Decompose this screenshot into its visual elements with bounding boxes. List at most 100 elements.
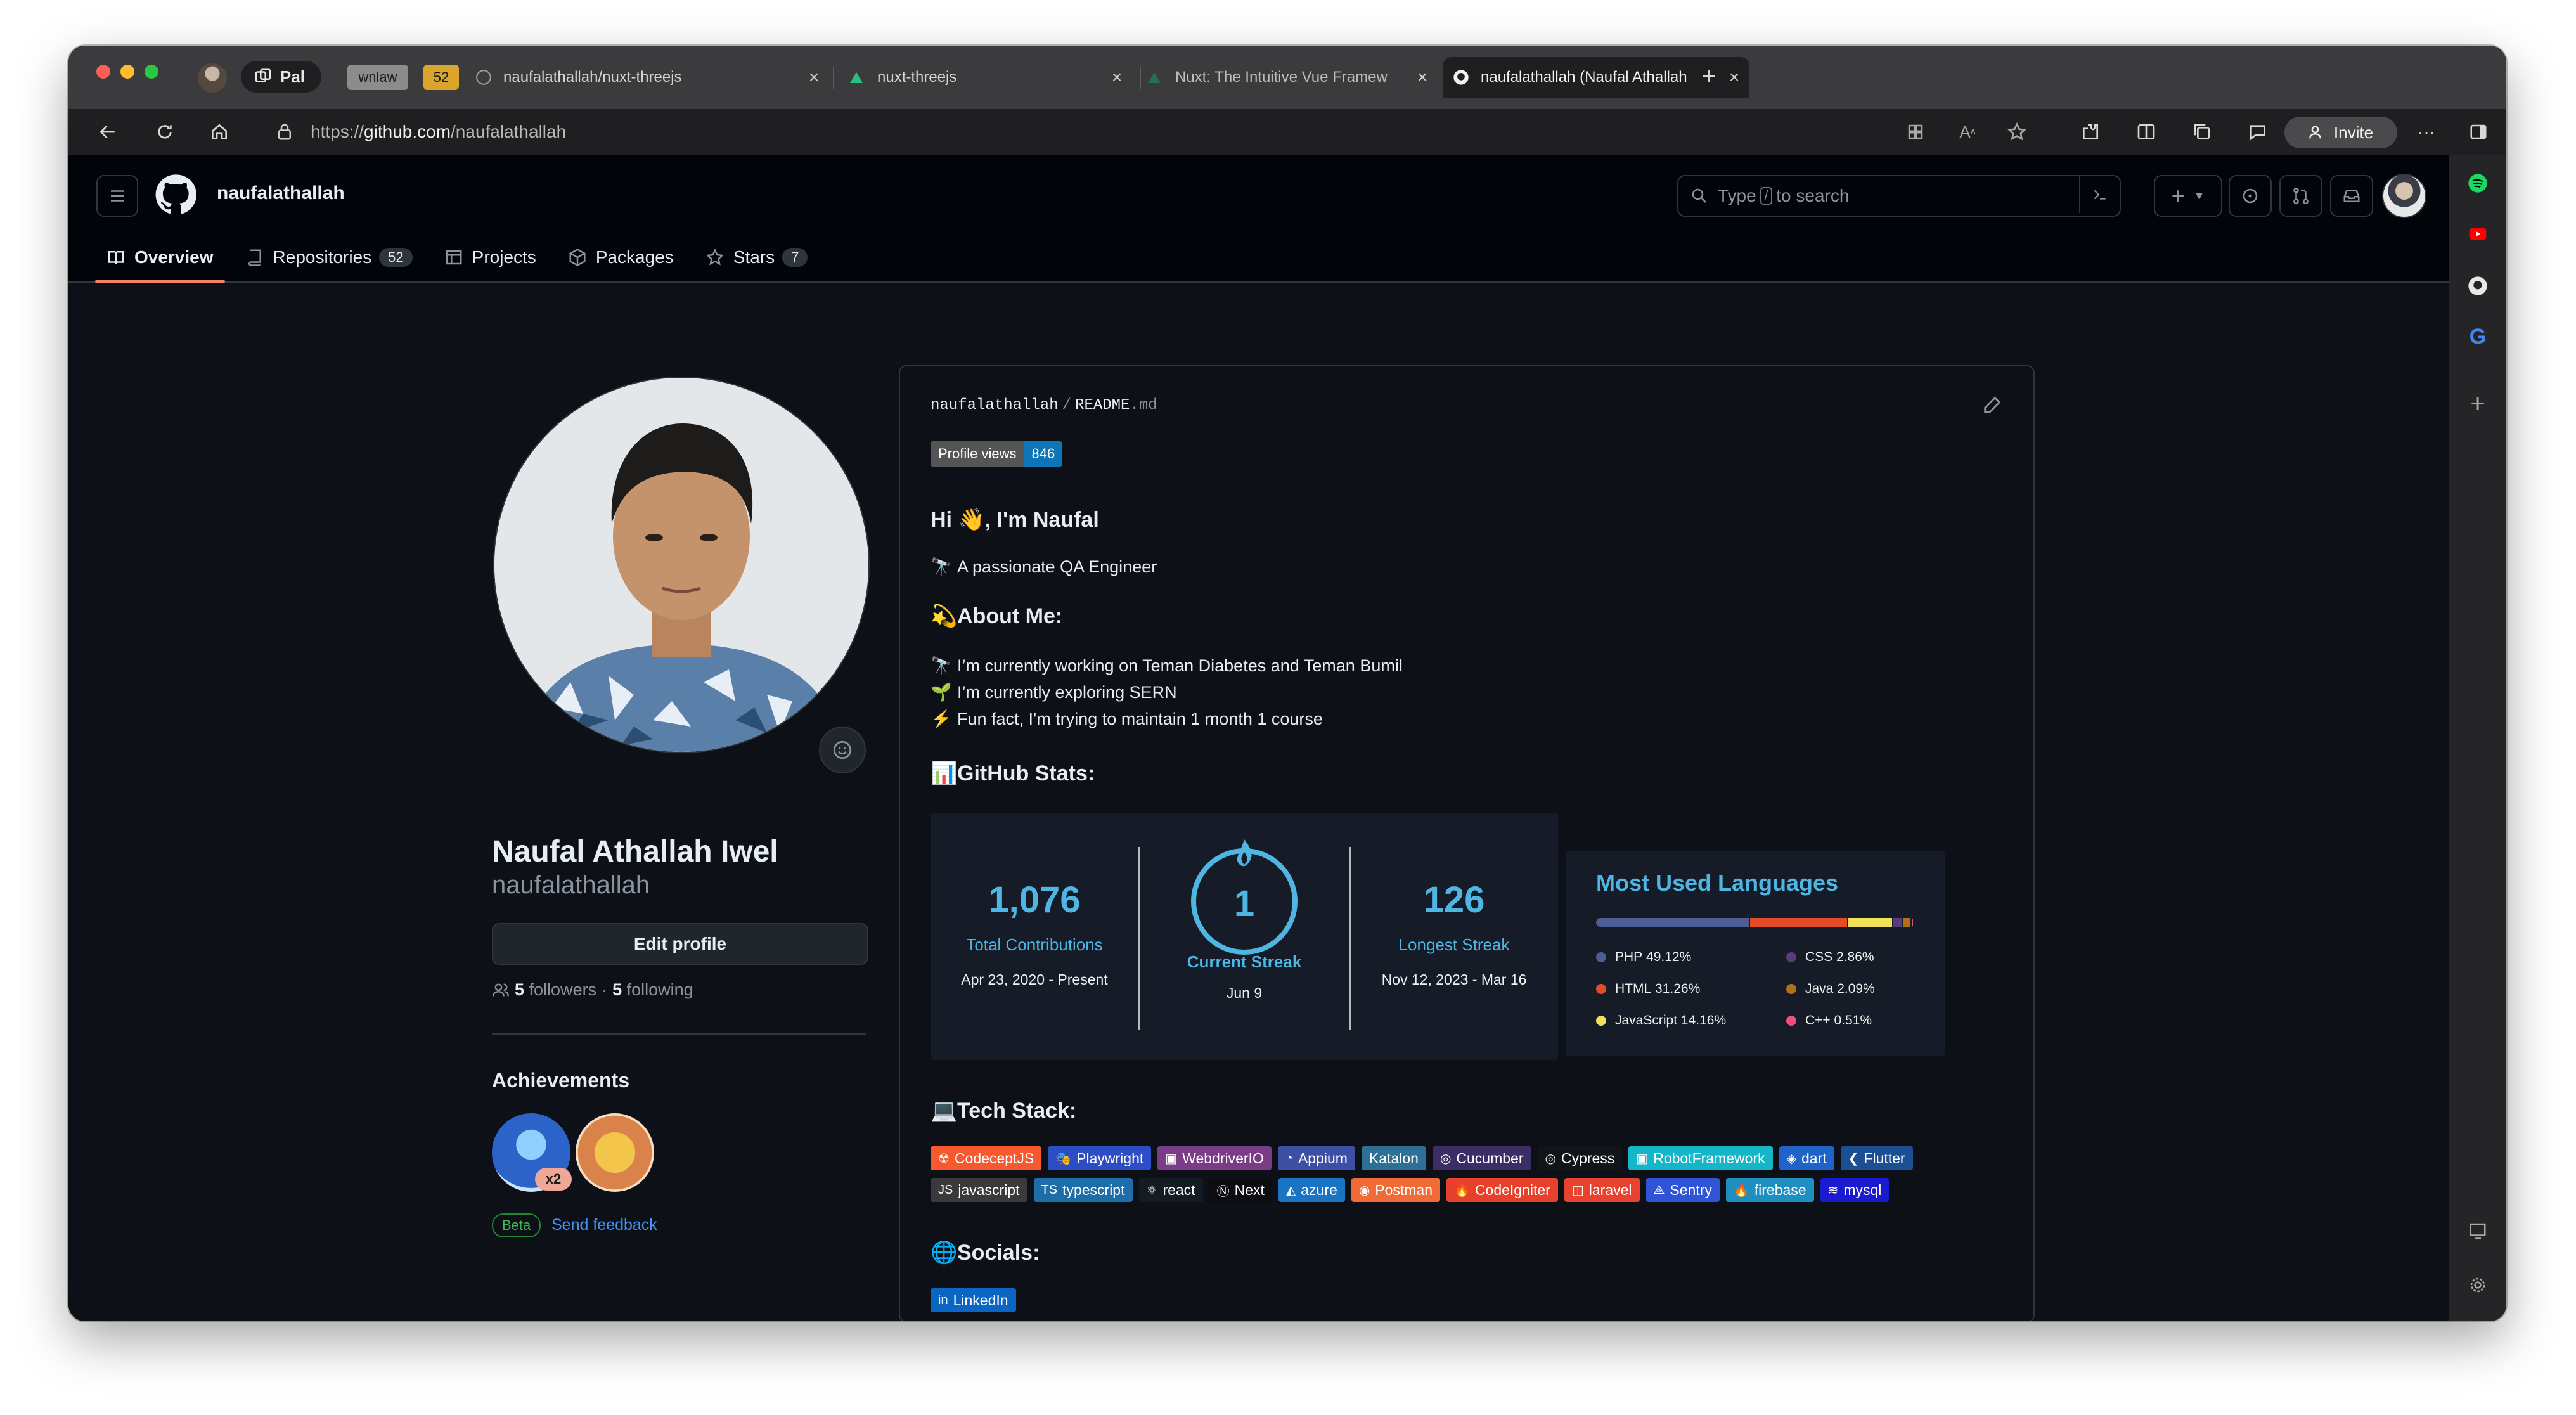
stats-title: GitHub Stats: (957, 761, 1095, 785)
spotify-icon[interactable] (2464, 170, 2491, 197)
user-avatar[interactable] (2382, 174, 2426, 218)
github-sidebar-icon[interactable] (2464, 273, 2491, 299)
close-tab-icon[interactable]: × (1725, 68, 1743, 86)
tab-stars[interactable]: Stars 7 (694, 233, 820, 281)
url-field[interactable]: https://github.com/naufalathallah (256, 115, 1936, 148)
followers-link[interactable]: 5 followers (515, 980, 596, 1000)
tech-badge-playwright[interactable]: 🎭 Playwright (1048, 1146, 1152, 1170)
app-available-icon[interactable] (1903, 119, 1928, 145)
reload-button[interactable] (151, 118, 179, 146)
top-languages-card[interactable]: Most Used Languages PHP 49.12% HTML 31.2… (1566, 851, 1945, 1056)
tab-packages[interactable]: Packages (557, 233, 685, 281)
workspace-button[interactable]: Pal (241, 61, 322, 93)
language-bar-segment (1848, 918, 1893, 927)
search-input[interactable]: Type / to search (1677, 175, 2121, 217)
issues-button[interactable] (2229, 175, 2272, 217)
screenshot-icon[interactable] (2464, 1217, 2491, 1244)
tech-badge-firebase[interactable]: 🔥 firebase (1725, 1178, 1814, 1202)
close-window-button[interactable] (96, 65, 110, 79)
tab-nuxt-threejs-repo[interactable]: naufalathallah/nuxt-threejs × (474, 57, 829, 98)
tech-badge-codeigniter[interactable]: 🔥 CodeIgniter (1446, 1178, 1558, 1202)
tab-projects[interactable]: Projects (433, 233, 548, 281)
github-logo-icon[interactable] (155, 174, 196, 216)
tab-overview[interactable]: Overview (95, 233, 225, 283)
close-tab-icon[interactable]: × (1414, 68, 1431, 86)
tech-badge-sentry[interactable]: ⟁ Sentry (1645, 1178, 1720, 1202)
tech-badge-azure[interactable]: ◭ azure (1278, 1178, 1345, 1202)
tab-group-wnlaw[interactable]: wnlaw (347, 65, 408, 90)
tech-badge-laravel[interactable]: ◫ laravel (1564, 1178, 1640, 1202)
tech-badge-codeceptjs[interactable]: ☢ CodeceptJS (931, 1146, 1042, 1170)
create-new-button[interactable]: + ▼ (2154, 175, 2222, 217)
tab-group-52[interactable]: 52 (423, 65, 459, 90)
streak-stats-card[interactable]: 1,076 Total Contributions Apr 23, 2020 -… (931, 813, 1558, 1060)
cucumber-icon: ◎ (1439, 1151, 1452, 1166)
tech-badge-cucumber[interactable]: ◎ Cucumber (1432, 1146, 1531, 1170)
linkedin-badge[interactable]: in LinkedIn (931, 1288, 1016, 1312)
minimize-window-button[interactable] (120, 65, 134, 79)
edit-pencil-icon[interactable] (1981, 394, 2003, 416)
tech-badge-javascript[interactable]: JS javascript (931, 1178, 1027, 1202)
javascript-icon: JS (938, 1182, 953, 1197)
tech-badge-react[interactable]: ⚛ react (1138, 1178, 1203, 1202)
hamburger-menu-button[interactable] (96, 175, 138, 217)
tech-badge-label: Next (1234, 1181, 1265, 1198)
profile-avatar[interactable] (493, 377, 870, 753)
favorite-star-icon[interactable] (2004, 119, 2030, 145)
browser-sidebar: G + (2449, 155, 2506, 1321)
more-menu-icon[interactable]: ··· (2414, 119, 2439, 145)
tech-badge-robotframework[interactable]: ▣ RobotFramework (1628, 1146, 1773, 1170)
new-tab-button[interactable]: + (1695, 63, 1723, 91)
home-button[interactable] (205, 118, 233, 146)
command-palette-icon[interactable] (2079, 176, 2120, 213)
sidebar-toggle-icon[interactable] (2466, 119, 2491, 145)
close-tab-icon[interactable]: × (1108, 68, 1126, 86)
tech-badge-typescript[interactable]: TS typescript (1033, 1178, 1133, 1202)
tech-badge-cypress[interactable]: ◎ Cypress (1537, 1146, 1623, 1170)
add-sidebar-app-icon[interactable]: + (2464, 390, 2491, 418)
search-icon (1692, 188, 1706, 203)
feedback-chat-icon[interactable] (2245, 119, 2270, 145)
send-feedback-link[interactable]: Send feedback (551, 1215, 657, 1235)
tech-badge-appium[interactable]: ◔ Appium (1277, 1146, 1355, 1170)
tech-badge-postman[interactable]: ◉ Postman (1351, 1178, 1441, 1202)
inbox-button[interactable] (2330, 175, 2373, 217)
readme-file-link[interactable]: README (1075, 397, 1130, 414)
people-icon (493, 983, 509, 996)
pull-requests-button[interactable] (2279, 175, 2322, 217)
tab-repositories[interactable]: Repositories 52 (234, 233, 424, 281)
tech-badge-webdriverio[interactable]: ▣ WebdriverIO (1157, 1146, 1272, 1170)
follow-stats: 5 followers · 5 following (492, 980, 693, 1000)
youtube-icon[interactable] (2464, 221, 2491, 247)
back-button[interactable] (94, 118, 122, 146)
google-icon[interactable]: G (2464, 323, 2491, 350)
language-name: Java (1805, 981, 1834, 996)
tab-nuxt-framework[interactable]: Nuxt: The Intuitive Vue Framew × (1146, 57, 1438, 98)
edit-profile-button[interactable]: Edit profile (492, 923, 868, 965)
set-status-button[interactable] (819, 727, 866, 773)
readme-owner-link[interactable]: naufalathallah (931, 397, 1059, 414)
browser-profile-avatar[interactable] (198, 63, 227, 93)
tech-badge-flutter[interactable]: ❮ Flutter (1840, 1146, 1913, 1170)
socials-heading: 🌐Socials: (931, 1240, 1040, 1265)
tab-nuxt-threejs[interactable]: nuxt-threejs × (777, 57, 1132, 98)
invite-button[interactable]: Invite (2284, 117, 2397, 148)
collections-icon[interactable] (2189, 119, 2215, 145)
following-link[interactable]: 5 following (612, 980, 693, 1000)
tagline-text: A passionate QA Engineer (957, 557, 1157, 576)
tech-badge-next[interactable]: Ⓝ Next (1209, 1178, 1272, 1202)
tech-badge-katalon[interactable]: Katalon (1361, 1146, 1426, 1170)
achievements-title[interactable]: Achievements (492, 1069, 629, 1092)
tech-badge-dart[interactable]: ◈ dart (1779, 1146, 1834, 1170)
split-screen-icon[interactable] (2134, 119, 2159, 145)
settings-gear-icon[interactable] (2464, 1272, 2491, 1298)
maximize-window-button[interactable] (145, 65, 158, 79)
header-username[interactable]: naufalathallah (217, 183, 345, 204)
language-dot (1596, 1016, 1606, 1026)
tech-heading: 💻Tech Stack: (931, 1098, 1076, 1123)
read-aloud-icon[interactable]: Aʌ (1955, 119, 1980, 145)
achievement-badge-yolo[interactable] (576, 1113, 654, 1192)
extensions-icon[interactable] (2078, 119, 2103, 145)
tech-badge-mysql[interactable]: ≋ mysql (1820, 1178, 1890, 1202)
pull-request-icon (2293, 187, 2309, 205)
